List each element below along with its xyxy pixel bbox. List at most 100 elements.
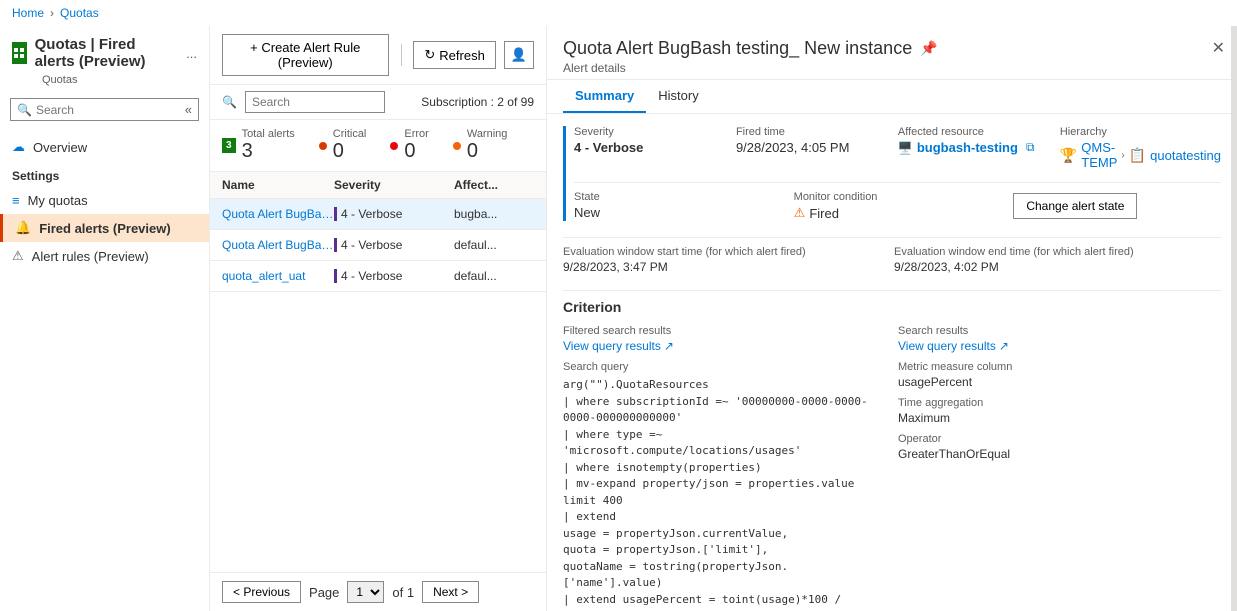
eval-start: Evaluation window start time (for which … — [563, 246, 890, 274]
breadcrumb-quotas[interactable]: Quotas — [60, 6, 99, 20]
alerts-summary: 3 Total alerts 3 Critical 0 Error 0 — [210, 120, 546, 172]
copy-icon[interactable]: ⧉ — [1026, 140, 1035, 155]
alert-name-link[interactable]: quota_alert_uat — [222, 269, 334, 283]
criterion-title: Criterion — [563, 299, 1221, 315]
col-severity: Severity — [334, 178, 454, 192]
prev-button[interactable]: < Previous — [222, 581, 301, 603]
severity-cell: 4 - Verbose — [334, 207, 454, 221]
warning-alerts: Warning 0 — [453, 128, 508, 163]
hierarchy-qms-link[interactable]: QMS-TEMP — [1081, 140, 1117, 170]
time-aggregation-value: Maximum — [898, 411, 1221, 425]
app-logo — [12, 42, 27, 64]
create-alert-rule-button[interactable]: + Create Alert Rule (Preview) — [222, 34, 389, 76]
right-panel: Quota Alert BugBash testing_ New instanc… — [547, 26, 1237, 611]
sidebar-section-settings: Settings — [0, 161, 209, 187]
alert-name-link[interactable]: Quota Alert BugBash test... — [222, 207, 334, 221]
tab-history[interactable]: History — [646, 80, 710, 113]
breadcrumb-separator: › — [50, 6, 54, 20]
subscription-badge: Subscription : 2 of 99 — [421, 95, 534, 109]
sidebar-subtitle: Quotas — [0, 74, 209, 94]
table-header: Name Severity Affect... — [210, 172, 546, 199]
panel-close-button[interactable]: ✕ — [1212, 38, 1225, 58]
hierarchy-arrow: › — [1121, 150, 1124, 161]
critical-value: 0 — [333, 140, 367, 163]
metric-measure-value: usagePercent — [898, 375, 1221, 389]
warning-value: 0 — [467, 140, 508, 163]
criterion-section: Criterion Filtered search results View q… — [563, 290, 1221, 611]
search-results-col: Search results View query results ↗ Metr… — [898, 325, 1221, 611]
fired-alerts-icon: 🔔 — [15, 220, 31, 236]
refresh-icon: ↻ — [424, 47, 435, 63]
monitor-info: Monitor condition ⚠ Fired — [794, 191, 1002, 221]
fired-alerts-label: Fired alerts (Preview) — [39, 221, 171, 236]
more-options-icon[interactable]: ... — [186, 46, 197, 61]
of-label: of 1 — [392, 585, 414, 600]
alerts-table: Name Severity Affect... Quota Alert BugB… — [210, 172, 546, 572]
pin-icon[interactable]: 📌 — [920, 40, 937, 57]
total-alerts: 3 Total alerts 3 — [222, 128, 295, 163]
state-info: State New — [574, 191, 782, 221]
center-content: + Create Alert Rule (Preview) ↻ Refresh … — [210, 26, 547, 611]
alert-rules-label: Alert rules (Preview) — [32, 249, 149, 264]
hierarchy-info: Hierarchy 🏆 QMS-TEMP › 📋 quotatesting — [1060, 126, 1221, 170]
panel-body: Severity 4 - Verbose Fired time 9/28/202… — [547, 114, 1237, 611]
view-query-right-link[interactable]: View query results ↗ — [898, 339, 1221, 353]
scrollbar[interactable] — [1231, 26, 1237, 611]
sidebar-search-input[interactable] — [36, 103, 181, 117]
total-alerts-icon: 3 — [222, 138, 236, 153]
tab-summary[interactable]: Summary — [563, 80, 646, 113]
critical-alerts: Critical 0 — [319, 128, 367, 163]
filter-search-icon: 🔍 — [222, 95, 237, 109]
error-label: Error — [404, 128, 428, 140]
change-state-button[interactable]: Change alert state — [1013, 193, 1137, 219]
severity-cell: 4 - Verbose — [334, 269, 454, 283]
change-state-area: Change alert state — [1013, 191, 1221, 221]
table-row[interactable]: quota_alert_uat 4 - Verbose defaul... — [210, 261, 546, 292]
pagination: < Previous Page 1 of 1 Next > — [210, 572, 546, 611]
breadcrumb: Home › Quotas — [0, 0, 1237, 26]
user-icon-button[interactable]: 👤 — [504, 41, 534, 69]
overview-label: Overview — [33, 140, 87, 155]
view-query-left-link[interactable]: View query results ↗ — [563, 339, 886, 353]
affected-resource-info: Affected resource 🖥️ bugbash-testing ⧉ — [898, 126, 1052, 170]
alert-name-link[interactable]: Quota Alert BugBash test... — [222, 238, 334, 252]
alert-rules-icon: ⚠ — [12, 248, 24, 264]
search-query-block: arg("").QuotaResources | where subscript… — [563, 377, 886, 611]
my-quotas-label: My quotas — [28, 193, 88, 208]
affected-resource-link[interactable]: bugbash-testing — [917, 140, 1018, 155]
severity-cell: 4 - Verbose — [334, 238, 454, 252]
collapse-icon[interactable]: « — [185, 102, 192, 117]
col-name: Name — [222, 178, 334, 192]
fired-time-info: Fired time 9/28/2023, 4:05 PM — [736, 126, 890, 170]
table-row[interactable]: Quota Alert BugBash test... 4 - Verbose … — [210, 230, 546, 261]
page-select[interactable]: 1 — [347, 581, 384, 603]
refresh-button[interactable]: ↻ Refresh — [413, 41, 495, 69]
affected-cell: defaul... — [454, 238, 534, 252]
affected-cell: defaul... — [454, 269, 534, 283]
eval-end: Evaluation window end time (for which al… — [894, 246, 1221, 274]
hierarchy-quota-link[interactable]: quotatesting — [1150, 148, 1221, 163]
table-row[interactable]: Quota Alert BugBash test... 4 - Verbose … — [210, 199, 546, 230]
col-affected: Affect... — [454, 178, 534, 192]
panel-subtitle: Alert details — [563, 61, 1221, 75]
affected-cell: bugba... — [454, 207, 534, 221]
sidebar-item-my-quotas[interactable]: ≡ My quotas — [0, 187, 209, 214]
page-label: Page — [309, 585, 339, 600]
critical-label: Critical — [333, 128, 367, 140]
severity-info: Severity 4 - Verbose — [574, 126, 728, 170]
error-alerts: Error 0 — [390, 128, 428, 163]
my-quotas-icon: ≡ — [12, 193, 20, 208]
next-button[interactable]: Next > — [422, 581, 479, 603]
error-value: 0 — [404, 140, 428, 163]
sidebar-item-alert-rules[interactable]: ⚠ Alert rules (Preview) — [0, 242, 209, 270]
filter-search-input[interactable] — [245, 91, 385, 113]
warning-label: Warning — [467, 128, 508, 140]
refresh-label: Refresh — [439, 48, 485, 63]
operator-value: GreaterThanOrEqual — [898, 447, 1221, 461]
sidebar-item-fired-alerts[interactable]: 🔔 Fired alerts (Preview) — [0, 214, 209, 242]
total-alerts-label: Total alerts — [242, 128, 295, 140]
breadcrumb-home[interactable]: Home — [12, 6, 44, 20]
monitor-value: Fired — [809, 206, 839, 221]
overview-icon: ☁ — [12, 139, 25, 155]
sidebar-item-overview[interactable]: ☁ Overview — [0, 133, 209, 161]
